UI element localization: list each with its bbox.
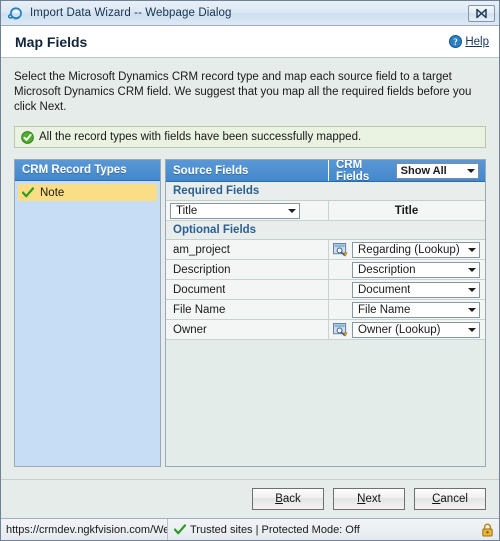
status-url: https://crmdev.ngkfvision.com/Web: [1, 519, 168, 540]
help-label: Help: [465, 35, 489, 48]
source-field-label: Document: [173, 283, 226, 296]
green-check-icon: [174, 524, 186, 535]
window-title: Import Data Wizard -- Webpage Dialog: [30, 7, 232, 19]
import-data-wizard-dialog: Import Data Wizard -- Webpage Dialog Map…: [0, 0, 500, 541]
crm-fields-header-cell: CRM Fields Show All: [329, 159, 485, 183]
crm-field-cell: Document: [329, 280, 485, 299]
crm-field-cell: Title: [329, 201, 485, 220]
status-banner-text: All the record types with fields have be…: [39, 131, 362, 143]
crm-field-value: Owner (Lookup): [358, 323, 441, 336]
field-mapping-pane: Source Fields CRM Fields Show All Requir…: [165, 159, 486, 467]
record-types-list: Note: [15, 181, 160, 466]
crm-field-dropdown[interactable]: Description: [352, 261, 480, 278]
close-button[interactable]: [468, 4, 495, 22]
record-type-item-note[interactable]: Note: [18, 184, 157, 201]
record-types-header: CRM Record Types: [15, 160, 160, 181]
crm-field-cell: Owner (Lookup): [329, 320, 485, 339]
table-row: Description Description: [166, 260, 485, 280]
table-row: File Name File Name: [166, 300, 485, 320]
lookup-icon[interactable]: [333, 242, 348, 257]
source-field-value: Title: [176, 204, 198, 217]
next-button[interactable]: Next: [333, 488, 405, 510]
crm-field-cell: File Name: [329, 300, 485, 319]
dialog-page: Map Fields ? Help Select the Microsoft D…: [1, 26, 499, 540]
chevron-down-icon: [468, 327, 476, 332]
back-button[interactable]: Back: [252, 488, 324, 510]
crm-field-cell: Description: [329, 260, 485, 279]
green-check-icon: [22, 187, 34, 198]
field-mapping-header: Source Fields CRM Fields Show All: [166, 159, 485, 183]
instruction-text: Select the Microsoft Dynamics CRM record…: [14, 71, 472, 113]
help-circle-icon: ?: [449, 35, 463, 48]
page-header: Map Fields ? Help: [1, 26, 499, 58]
source-field-label: Owner: [173, 323, 207, 336]
chevron-down-icon: [468, 307, 476, 312]
chevron-down-icon: [468, 247, 476, 252]
mapping-panes: CRM Record Types Note Source Fields CRM …: [14, 159, 486, 467]
padlock-icon: [482, 523, 493, 536]
source-field-cell: Owner: [166, 320, 329, 339]
crm-fields-filter-dropdown[interactable]: Show All: [395, 162, 479, 179]
security-zone-text: Trusted sites | Protected Mode: Off: [190, 523, 360, 536]
chevron-down-icon: [467, 168, 475, 173]
source-field-dropdown-title[interactable]: Title: [170, 202, 300, 219]
dialog-content: Select the Microsoft Dynamics CRM record…: [1, 58, 499, 479]
chevron-down-icon: [468, 267, 476, 272]
source-field-label: File Name: [173, 303, 226, 316]
internet-explorer-icon: [8, 7, 22, 20]
chevron-down-icon: [468, 287, 476, 292]
crm-field-dropdown[interactable]: File Name: [352, 301, 480, 318]
title-bar: Import Data Wizard -- Webpage Dialog: [1, 1, 499, 26]
crm-field-value: Document: [358, 283, 411, 296]
source-field-cell: Title: [166, 201, 329, 220]
status-bar: https://crmdev.ngkfvision.com/Web Truste…: [1, 518, 499, 540]
success-check-icon: [21, 130, 34, 144]
dialog-button-bar: Back Next Cancel: [1, 479, 499, 518]
help-link[interactable]: ? Help: [449, 35, 489, 48]
crm-field-dropdown[interactable]: Owner (Lookup): [352, 321, 480, 338]
section-header-required: Required Fields: [166, 182, 485, 201]
source-field-cell: Description: [166, 260, 329, 279]
chevron-down-icon: [288, 208, 296, 213]
status-banner: All the record types with fields have be…: [14, 126, 486, 148]
source-field-cell: Document: [166, 280, 329, 299]
crm-fields-filter-value: Show All: [400, 164, 447, 177]
crm-field-value: Regarding (Lookup): [358, 243, 460, 256]
section-header-optional: Optional Fields: [166, 221, 485, 240]
security-zone-indicator: Trusted sites | Protected Mode: Off: [168, 524, 360, 536]
crm-field-value: Description: [358, 263, 416, 276]
record-types-pane: CRM Record Types Note: [14, 159, 161, 467]
crm-fields-header: CRM Fields: [336, 159, 370, 183]
padlock-indicator: [481, 523, 494, 537]
table-row: am_project Regarding (Lookup): [166, 240, 485, 260]
table-row: Owner Owner (Lookup): [166, 320, 485, 340]
crm-field-dropdown[interactable]: Regarding (Lookup): [352, 241, 480, 258]
crm-field-cell: Regarding (Lookup): [329, 240, 485, 259]
source-field-cell: am_project: [166, 240, 329, 259]
source-field-label: Description: [173, 263, 231, 276]
lookup-icon[interactable]: [333, 322, 348, 337]
record-type-label: Note: [40, 186, 65, 199]
crm-field-dropdown[interactable]: Document: [352, 281, 480, 298]
table-row: Document Document: [166, 280, 485, 300]
crm-field-value: File Name: [358, 303, 411, 316]
source-field-cell: File Name: [166, 300, 329, 319]
cancel-button[interactable]: Cancel: [414, 488, 486, 510]
crm-field-static-title: Title: [394, 204, 419, 217]
close-icon: [476, 8, 487, 18]
table-row: Title Title: [166, 201, 485, 221]
source-field-label: am_project: [173, 243, 230, 256]
page-title: Map Fields: [15, 33, 88, 50]
field-mapping-grid: Required Fields Title Title Optional Fie…: [166, 182, 485, 466]
svg-text:?: ?: [454, 37, 459, 47]
source-fields-header: Source Fields: [166, 160, 329, 181]
